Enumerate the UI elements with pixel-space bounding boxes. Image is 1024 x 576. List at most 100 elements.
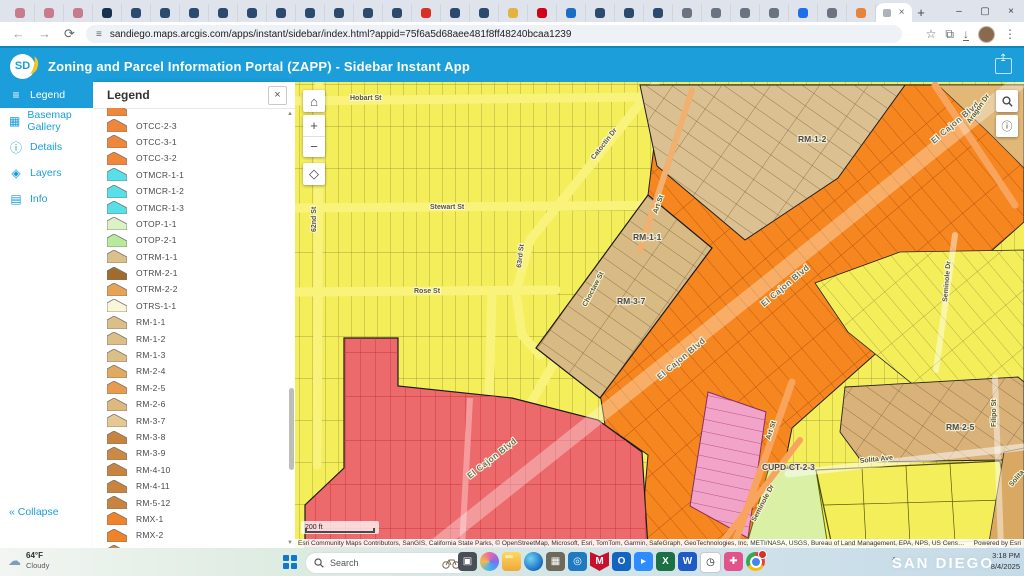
pinned-tab[interactable] xyxy=(644,4,673,22)
sidebar-item-layers[interactable]: ◈Layers xyxy=(0,160,93,186)
edge-icon[interactable] xyxy=(524,552,543,571)
power-automate-icon[interactable]: ✚ xyxy=(724,552,743,571)
pinned-tab[interactable] xyxy=(180,4,209,22)
pinned-tab[interactable] xyxy=(122,4,151,22)
pinned-tab[interactable] xyxy=(93,4,122,22)
map-info-button[interactable]: ⓘ xyxy=(996,115,1018,137)
browser-menu-icon[interactable]: ⋮ xyxy=(1004,28,1016,40)
app-sidebar: ≡Legend▦Basemap GalleryⓘDetails◈Layers▤I… xyxy=(0,82,94,548)
pinned-tab[interactable] xyxy=(151,4,180,22)
home-button[interactable]: ⌂ xyxy=(303,90,325,112)
taskbar-search[interactable]: Search xyxy=(305,552,469,574)
pinned-tab[interactable] xyxy=(615,4,644,22)
list-icon: ≡ xyxy=(9,88,23,102)
tray-chevron-icon[interactable]: ^ xyxy=(892,556,896,565)
scroll-up-icon[interactable]: ▲ xyxy=(287,111,293,117)
legend-item: RM-1-2 xyxy=(93,330,295,346)
pinned-tab[interactable] xyxy=(499,4,528,22)
profile-avatar[interactable] xyxy=(978,26,995,43)
dell-command-icon[interactable]: ◎ xyxy=(568,552,587,571)
legend-item-label: RM-4-11 xyxy=(136,481,170,491)
tab-close-icon[interactable]: × xyxy=(899,8,905,18)
pinned-tab[interactable] xyxy=(586,4,615,22)
legend-swatch xyxy=(107,463,127,476)
back-icon[interactable]: ← xyxy=(12,25,25,43)
pinned-tab[interactable] xyxy=(847,4,876,22)
pinned-tab[interactable] xyxy=(731,4,760,22)
zoom-in-button[interactable]: + xyxy=(303,115,325,137)
map-canvas[interactable]: Hobart StStewart StRose St62nd St63rd St… xyxy=(295,82,1024,548)
pinned-tab[interactable] xyxy=(702,4,731,22)
pinned-tab[interactable] xyxy=(325,4,354,22)
map-search-button[interactable] xyxy=(996,90,1018,112)
legend-item: RMX-2 xyxy=(93,527,295,543)
pinned-tab[interactable] xyxy=(267,4,296,22)
legend-scrollbar[interactable] xyxy=(289,388,294,470)
excel-icon[interactable]: X xyxy=(656,552,675,571)
pinned-tab[interactable] xyxy=(441,4,470,22)
tab-favicon-icon xyxy=(624,8,634,18)
side-panel-icon[interactable]: ⧉ xyxy=(945,28,954,40)
sidebar-item-legend[interactable]: ≡Legend xyxy=(0,82,93,108)
download-icon[interactable]: ↓ xyxy=(963,28,969,41)
pinned-tab[interactable] xyxy=(470,4,499,22)
bookmark-star-icon[interactable]: ☆ xyxy=(926,28,937,40)
new-tab-button[interactable]: + xyxy=(912,5,930,20)
zoom-out-button[interactable]: − xyxy=(303,137,325,158)
sidebar-item-info[interactable]: ▤Info xyxy=(0,186,93,212)
reload-icon[interactable]: ⟳ xyxy=(64,25,75,43)
pinned-tab[interactable] xyxy=(673,4,702,22)
pinned-tab[interactable] xyxy=(818,4,847,22)
scroll-down-icon[interactable]: ▼ xyxy=(287,540,293,546)
pinned-tab[interactable] xyxy=(789,4,818,22)
address-bar[interactable]: ≡ sandiego.maps.arcgis.com/apps/instant/… xyxy=(86,25,902,43)
search-placeholder: Search xyxy=(330,558,436,568)
copilot-icon[interactable] xyxy=(480,552,499,571)
tab-favicon-icon xyxy=(450,8,460,18)
maximize-button[interactable]: ▢ xyxy=(972,0,998,22)
minimize-button[interactable]: – xyxy=(946,0,972,22)
close-icon[interactable]: × xyxy=(268,86,287,105)
legend-list[interactable]: OTCC-2-3OTCC-3-1OTCC-3-2OTMCR-1-1OTMCR-1… xyxy=(93,108,295,548)
pinned-tab[interactable] xyxy=(383,4,412,22)
clock-tray[interactable]: 3:18 PM 8/4/2025 xyxy=(991,551,1020,573)
forward-icon[interactable]: → xyxy=(38,25,51,43)
url-text[interactable]: sandiego.maps.arcgis.com/apps/instant/si… xyxy=(110,29,572,40)
task-view-icon[interactable]: ▣ xyxy=(458,552,477,571)
start-button[interactable] xyxy=(283,555,297,569)
pinned-tab[interactable] xyxy=(760,4,789,22)
zoom-icon[interactable]: ▸ xyxy=(634,552,653,571)
pinned-tab[interactable] xyxy=(35,4,64,22)
file-explorer-icon[interactable] xyxy=(502,552,521,571)
pinned-tab[interactable] xyxy=(354,4,383,22)
mcafee-icon[interactable]: M xyxy=(590,552,609,571)
pinned-tab[interactable] xyxy=(296,4,325,22)
legend-swatch xyxy=(107,349,127,362)
pinned-tab[interactable] xyxy=(209,4,238,22)
site-settings-icon[interactable]: ≡ xyxy=(96,29,102,40)
tab-favicon-icon xyxy=(334,8,344,18)
outlook-icon[interactable]: O xyxy=(612,552,631,571)
pinned-tab[interactable] xyxy=(557,4,586,22)
locate-button[interactable]: ◇ xyxy=(303,163,325,185)
pinned-tab[interactable] xyxy=(6,4,35,22)
zoom-control[interactable]: + − xyxy=(303,115,325,157)
active-tab[interactable]: × xyxy=(876,3,912,22)
weather-widget[interactable]: ☁ 64°F Cloudy xyxy=(8,551,49,571)
pinned-tab[interactable] xyxy=(238,4,267,22)
chrome-icon[interactable] xyxy=(746,552,765,571)
sidebar-item-details[interactable]: ⓘDetails xyxy=(0,134,93,160)
legend-swatch xyxy=(107,119,127,132)
sidebar-item-basemap-gallery[interactable]: ▦Basemap Gallery xyxy=(0,108,93,134)
pinned-tab[interactable] xyxy=(64,4,93,22)
legend-item-label: OTRM-2-1 xyxy=(136,268,178,278)
street-label: Filipo St xyxy=(991,399,998,427)
close-button[interactable]: × xyxy=(998,0,1024,22)
todo-icon[interactable]: ◷ xyxy=(700,552,721,573)
word-icon[interactable]: W xyxy=(678,552,697,571)
pinned-tab[interactable] xyxy=(528,4,557,22)
company-portal-icon[interactable]: ▦ xyxy=(546,552,565,571)
share-icon[interactable] xyxy=(995,58,1012,74)
pinned-tab[interactable] xyxy=(412,4,441,22)
collapse-button[interactable]: « Collapse xyxy=(9,506,59,518)
